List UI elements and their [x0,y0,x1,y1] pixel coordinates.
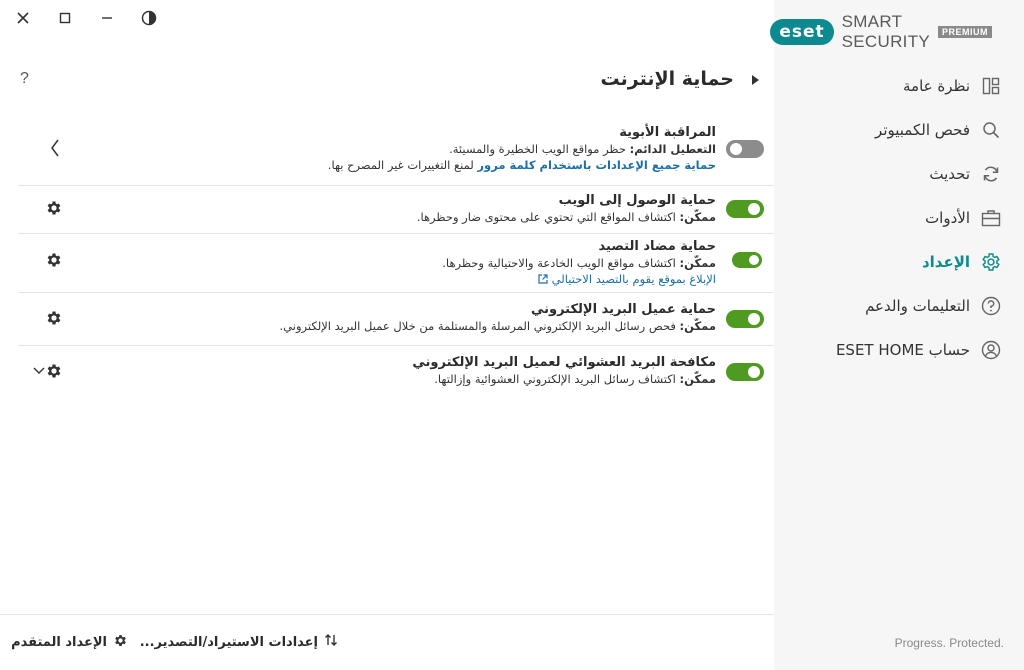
report-phishing-link[interactable]: الإبلاغ بموقع يقوم بالتصيد الاحتيالي [552,272,716,286]
refresh-icon [980,163,1002,185]
import-export-button[interactable]: إعدادات الاستيراد/التصدير... [140,633,338,651]
product-name: SMART SECURITY [841,12,931,51]
feature-row-anti-phishing: حماية مضاد التصيد ممكّن: اكتشاف مواقع ال… [18,234,774,293]
sidebar-item-help-support[interactable]: التعليمات والدعم [774,284,1024,328]
feature-content: المراقبة الأبوية التعطيل الدائم: حظر موا… [328,124,716,173]
help-button[interactable]: ? [20,70,29,88]
feature-title: حماية مضاد التصيد [598,239,716,254]
feature-status: التعطيل الدائم: [629,142,716,156]
gear-icon[interactable] [44,308,64,328]
sidebar-item-setup[interactable]: الإعداد [774,240,1024,284]
feature-description: ممكّن: اكتشاف المواقع التي تحتوي على محت… [417,209,716,225]
feature-row-antispam: مكافحة البريد العشوائي لعميل البريد الإل… [18,346,774,398]
feature-desc-text: اكتشاف رسائل البريد الإلكتروني العشوائية… [434,372,680,386]
title-expand-icon[interactable] [752,75,759,85]
toolbox-icon [980,207,1002,229]
sidebar-item-label: تحديث [929,165,970,183]
feature-title: حماية عميل البريد الإلكتروني [530,302,716,317]
feature-row-parental-control: المراقبة الأبوية التعطيل الدائم: حظر موا… [18,112,774,186]
feature-desc-text: اكتشاف مواقع الويب الخادعة والاحتيالية و… [442,256,680,270]
password-protect-link-line: حماية جميع الإعدادات باستخدام كلمة مرور … [328,157,716,173]
overview-icon [980,75,1002,97]
sidebar-item-label: الإعداد [921,253,970,271]
antispam-toggle[interactable] [726,363,764,381]
sidebar-item-tools[interactable]: الأدوات [774,196,1024,240]
feature-row-web-access: حماية الوصول إلى الويب ممكّن: اكتشاف الم… [18,186,774,234]
feature-title: حماية الوصول إلى الويب [558,193,716,208]
feature-status: ممكّن: [679,256,716,270]
sidebar-item-label: نظرة عامة [903,77,970,95]
feature-status: ممكّن: [679,319,716,333]
feature-desc-text: اكتشاف المواقع التي تحتوي على محتوى ضار … [416,210,680,224]
contrast-icon[interactable] [138,8,160,28]
tagline: Progress. Protected. [894,636,1004,650]
minimize-icon[interactable] [96,8,118,28]
maximize-icon[interactable] [54,8,76,28]
sidebar-item-label: فحص الكمبيوتر [875,121,970,139]
sidebar-item-eset-home[interactable]: حساب ESET HOME [774,328,1024,372]
password-protect-link[interactable]: حماية جميع الإعدادات باستخدام كلمة مرور [477,158,716,172]
brand: eset SMART SECURITY PREMIUM [770,12,992,52]
feature-list: المراقبة الأبوية التعطيل الدائم: حظر موا… [18,112,774,398]
sidebar-item-computer-scan[interactable]: فحص الكمبيوتر [774,108,1024,152]
feature-description: التعطيل الدائم: حظر مواقع الويب الخطيرة … [328,141,716,157]
gear-icon [113,633,128,652]
close-icon[interactable] [12,8,34,28]
help-circle-icon [980,295,1002,317]
feature-title: المراقبة الأبوية [619,125,716,140]
email-client-toggle[interactable] [726,310,764,328]
import-export-label: إعدادات الاستيراد/التصدير... [139,634,318,650]
gear-icon[interactable] [44,250,64,270]
feature-description: ممكّن: اكتشاف مواقع الويب الخادعة والاحت… [442,255,716,271]
report-phishing-link-line: الإبلاغ بموقع يقوم بالتصيد الاحتيالي [442,271,716,288]
feature-status: ممكّن: [679,210,716,224]
feature-desc-text: فحص رسائل البريد الإلكتروني المرسلة والم… [279,319,680,333]
feature-content: حماية الوصول إلى الويب ممكّن: اكتشاف الم… [417,192,716,225]
account-icon [980,339,1002,361]
sidebar-item-overview[interactable]: نظرة عامة [774,64,1024,108]
external-link-icon [538,272,548,288]
feature-status: ممكّن: [679,372,716,386]
anti-phishing-toggle[interactable] [732,252,762,268]
feature-description: ممكّن: فحص رسائل البريد الإلكتروني المرس… [280,318,716,334]
advanced-setup-label: الإعداد المتقدم [11,635,107,650]
sidebar-nav: نظرة عامة فحص الكمبيوتر تحديث الأدوات ال… [774,64,1024,372]
gear-icon [980,251,1002,273]
feature-description: ممكّن: اكتشاف رسائل البريد الإلكتروني ال… [412,371,716,387]
web-access-toggle[interactable] [726,200,764,218]
page-title: حماية الإنترنت [600,68,734,90]
parental-control-toggle[interactable] [726,140,764,158]
chevron-left-icon[interactable] [48,138,62,158]
footer-bar: إعدادات الاستيراد/التصدير... الإعداد الم… [0,614,774,670]
sidebar-item-label: الأدوات [925,209,970,227]
feature-row-email-client: حماية عميل البريد الإلكتروني ممكّن: فحص … [18,293,774,346]
premium-badge: PREMIUM [938,26,992,38]
sidebar-item-update[interactable]: تحديث [774,152,1024,196]
feature-content: حماية عميل البريد الإلكتروني ممكّن: فحص … [280,301,716,334]
link-suffix: لمنع التغييرات غير المصرح بها. [327,158,478,172]
feature-title: مكافحة البريد العشوائي لعميل البريد الإل… [412,355,716,370]
feature-desc-text: حظر مواقع الويب الخطيرة والمسيئة. [449,142,630,156]
window-controls [12,8,160,28]
advanced-setup-button[interactable]: الإعداد المتقدم [11,633,128,652]
sidebar-item-label: حساب ESET HOME [835,341,970,359]
search-icon [980,119,1002,141]
feature-content: مكافحة البريد العشوائي لعميل البريد الإل… [412,354,716,387]
sidebar-item-label: التعليمات والدعم [865,297,970,315]
chevron-down-icon[interactable] [32,361,46,381]
sidebar: eset SMART SECURITY PREMIUM نظرة عامة فح… [770,0,1024,670]
gear-icon[interactable] [44,361,64,381]
sort-arrows-icon [324,633,338,651]
gear-icon[interactable] [44,198,64,218]
eset-logo: eset [770,19,834,45]
feature-content: حماية مضاد التصيد ممكّن: اكتشاف مواقع ال… [442,238,716,288]
